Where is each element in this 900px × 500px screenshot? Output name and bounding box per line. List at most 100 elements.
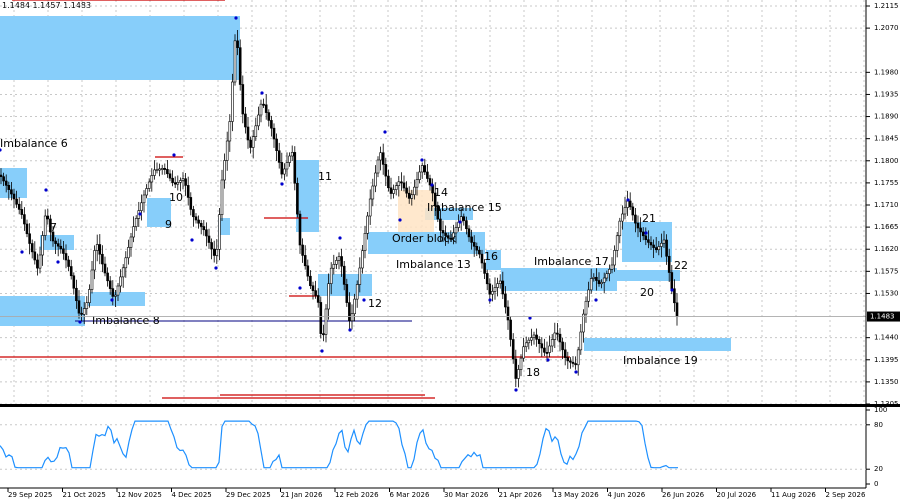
candle-body [228,121,232,142]
candle-body [114,294,117,297]
imbalance-zone [0,16,240,80]
price-tick-label: 1.1665 [874,223,899,231]
candle-body [475,246,479,251]
candle-body [363,233,367,251]
candle-body [480,253,484,264]
date-tick-label: 11 Aug 2026 [771,491,816,499]
candle-body [259,103,263,116]
candle-body [558,333,562,343]
candle-body [361,250,364,269]
candle-body [80,312,83,315]
candle-body [485,273,489,285]
candle-body [121,267,125,278]
fractal-marker [626,198,630,202]
candle-body [327,283,330,310]
fractal-marker [234,16,238,20]
chart-annotation-label: 7 [50,221,57,234]
candle-body [12,193,16,200]
chart-annotation-label: Imbalance 6 [0,137,68,150]
candle-body [389,187,393,194]
fractal-marker [348,328,352,332]
candle-body [660,242,663,247]
candle-body [0,174,3,177]
candle-body [7,185,11,190]
candle-body [244,113,247,128]
candle-body [550,339,554,347]
candle-body [111,288,115,297]
candle-body [636,222,640,229]
imbalance-zone [0,296,85,326]
chart-annotation-label: Imbalance 13 [396,258,471,271]
candle-body [324,308,328,335]
imbalance-zone [501,268,617,291]
fractal-marker [320,349,324,353]
fractal-marker [670,288,674,292]
candle-body [25,223,29,235]
candle-body [563,349,567,358]
candle-body [212,248,216,256]
candle-body [106,272,109,282]
candle-body [36,259,39,269]
price-tick-label: 1.1395 [874,356,899,364]
candle-body [77,300,81,314]
fractal-marker [138,212,142,216]
candle-body [30,243,34,253]
candle-body [220,179,224,215]
candle-body [301,244,304,256]
price-tick-label: 1.2115 [874,2,899,10]
candle-body [168,173,172,179]
date-tick-label: 12 Nov 2025 [117,491,162,499]
candle-body [43,215,47,236]
price-tick-label: 1.1935 [874,90,899,98]
candle-body [197,219,200,224]
candle-body [579,331,583,351]
candle-body [428,178,432,186]
candle-body [400,181,403,184]
candle-body [272,127,276,140]
fractal-marker [172,153,176,157]
candle-body [280,162,284,175]
candle-body [340,256,343,267]
candle-body [493,287,497,292]
candle-body [72,275,76,289]
candle-body [462,216,466,221]
chart-annotation-label: Imbalance 19 [623,354,698,367]
candle-body [303,255,307,267]
fractal-marker [20,250,24,254]
candle-body [519,357,523,370]
candle-body [316,295,320,303]
candle-body [673,288,676,304]
candle-body [202,226,206,231]
candle-body [249,139,252,148]
candle-body [155,169,159,171]
candle-body [277,150,281,163]
candle-body [171,177,174,183]
candle-body [522,346,525,359]
price-tick-label: 1.1710 [874,201,899,209]
candle-body [509,319,512,340]
candle-body [415,179,419,188]
candle-body [311,285,315,291]
fractal-marker [78,320,82,324]
date-tick-label: 29 Dec 2025 [226,491,271,499]
imbalance-zone [88,292,145,306]
candle-body [134,218,138,227]
candle-body [467,228,471,238]
chart-annotation-label: 16 [484,250,498,263]
candle-body [517,369,520,379]
candle-body [189,197,193,210]
candle-body [639,227,642,233]
date-tick-label: 21 Jan 2026 [281,491,324,499]
candle-body [210,242,213,250]
price-tick-label: 1.1890 [874,113,899,121]
candle-body [548,345,551,353]
candle-body [623,207,627,215]
candle-body [545,352,549,354]
candle-body [2,176,5,182]
candle-body [20,209,24,215]
candle-body [556,332,559,335]
candle-body [116,285,120,296]
candle-body [246,126,250,141]
candle-body [90,269,94,290]
candle-body [124,257,128,269]
